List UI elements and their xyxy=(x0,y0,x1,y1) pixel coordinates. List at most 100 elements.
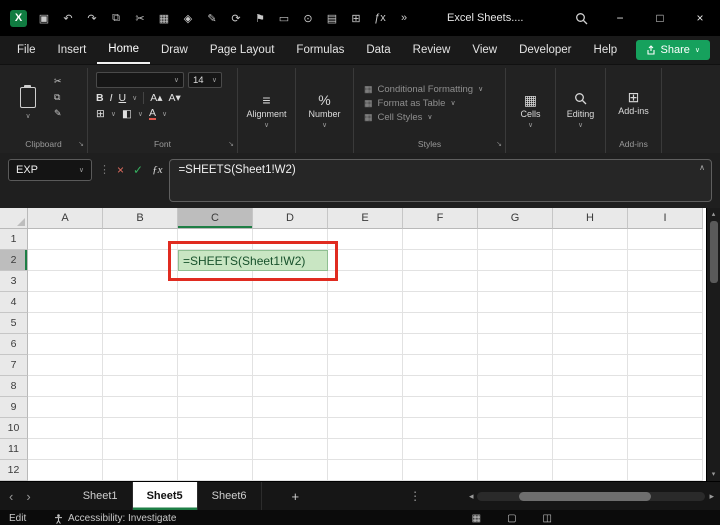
row-header-10[interactable]: 10 xyxy=(0,418,28,439)
cell-D11[interactable] xyxy=(253,439,328,460)
row-header-2[interactable]: 2 xyxy=(0,250,28,271)
save-icon[interactable]: ▣ xyxy=(37,12,51,25)
excel-logo-icon[interactable]: X xyxy=(10,9,27,27)
cell-F10[interactable] xyxy=(403,418,478,439)
cell-G10[interactable] xyxy=(478,418,553,439)
new-sheet-button[interactable]: + xyxy=(292,489,300,504)
next-sheet-icon[interactable]: › xyxy=(26,489,30,504)
function-icon[interactable]: ƒx xyxy=(373,12,387,24)
number-button[interactable]: % Number ∨ xyxy=(296,68,353,153)
cell-G3[interactable] xyxy=(478,271,553,292)
cell-F3[interactable] xyxy=(403,271,478,292)
borders-icon[interactable]: ⊞ xyxy=(96,108,105,120)
cell-I7[interactable] xyxy=(628,355,703,376)
alignment-button[interactable]: ≡ Alignment ∨ xyxy=(238,68,295,153)
cell-F7[interactable] xyxy=(403,355,478,376)
cell-I1[interactable] xyxy=(628,229,703,250)
cell-G2[interactable] xyxy=(478,250,553,271)
cell-G12[interactable] xyxy=(478,460,553,481)
page-break-view-icon[interactable]: ◫ xyxy=(543,513,552,524)
font-color-icon[interactable]: A xyxy=(148,108,156,120)
cell-G5[interactable] xyxy=(478,313,553,334)
refresh-icon[interactable]: ⟳ xyxy=(229,12,243,25)
scroll-up-icon[interactable]: ▴ xyxy=(712,208,716,221)
accessibility-status[interactable]: Accessibility: Investigate xyxy=(54,513,176,524)
cell-A1[interactable] xyxy=(28,229,103,250)
cell-H12[interactable] xyxy=(553,460,628,481)
cell-B1[interactable] xyxy=(103,229,178,250)
cell-F8[interactable] xyxy=(403,376,478,397)
horizontal-scrollbar[interactable]: ◂ ▸ xyxy=(469,491,720,502)
cell-I4[interactable] xyxy=(628,292,703,313)
cell-G8[interactable] xyxy=(478,376,553,397)
menu-tab-page-layout[interactable]: Page Layout xyxy=(199,36,286,64)
column-header-A[interactable]: A xyxy=(28,208,103,229)
formula-input[interactable]: =SHEETS(Sheet1!W2) ∧ xyxy=(169,159,712,202)
column-header-F[interactable]: F xyxy=(403,208,478,229)
cell-G7[interactable] xyxy=(478,355,553,376)
cell-B7[interactable] xyxy=(103,355,178,376)
cell-H8[interactable] xyxy=(553,376,628,397)
chevron-down-icon[interactable]: ∨ xyxy=(132,94,137,102)
cell-A12[interactable] xyxy=(28,460,103,481)
name-box[interactable]: EXP ∨ xyxy=(8,159,92,181)
cell-H2[interactable] xyxy=(553,250,628,271)
cell-E3[interactable] xyxy=(328,271,403,292)
cell-A8[interactable] xyxy=(28,376,103,397)
italic-button[interactable]: I xyxy=(110,92,113,104)
cell-G9[interactable] xyxy=(478,397,553,418)
row-header-4[interactable]: 4 xyxy=(0,292,28,313)
column-header-H[interactable]: H xyxy=(553,208,628,229)
chevron-down-icon[interactable]: ∨ xyxy=(111,110,116,118)
addins-button[interactable]: ⊞ Add-ins xyxy=(606,68,661,138)
cell-G4[interactable] xyxy=(478,292,553,313)
cell-F2[interactable] xyxy=(403,250,478,271)
prev-sheet-icon[interactable]: ‹ xyxy=(9,489,13,504)
cell-I10[interactable] xyxy=(628,418,703,439)
column-header-G[interactable]: G xyxy=(478,208,553,229)
cell-I2[interactable] xyxy=(628,250,703,271)
cell-I5[interactable] xyxy=(628,313,703,334)
increase-font-size-icon[interactable]: A▴ xyxy=(150,92,162,104)
cell-A9[interactable] xyxy=(28,397,103,418)
cut-icon[interactable]: ✂ xyxy=(54,76,62,87)
cell-E8[interactable] xyxy=(328,376,403,397)
styles-item-conditional-formatting[interactable]: ▦ Conditional Formatting ∨ xyxy=(364,84,505,95)
cell-E1[interactable] xyxy=(328,229,403,250)
scroll-down-icon[interactable]: ▾ xyxy=(712,468,716,481)
decrease-font-size-icon[interactable]: A▾ xyxy=(169,92,181,104)
cell-C12[interactable] xyxy=(178,460,253,481)
cell-D12[interactable] xyxy=(253,460,328,481)
cell-I11[interactable] xyxy=(628,439,703,460)
cell-H5[interactable] xyxy=(553,313,628,334)
copy-icon[interactable]: ⧉ xyxy=(54,92,62,103)
workbook-icon[interactable]: ▤ xyxy=(325,12,339,25)
cell-E5[interactable] xyxy=(328,313,403,334)
cell-A2[interactable] xyxy=(28,250,103,271)
row-header-12[interactable]: 12 xyxy=(0,460,28,481)
cell-G6[interactable] xyxy=(478,334,553,355)
column-header-E[interactable]: E xyxy=(328,208,403,229)
vertical-scroll-thumb[interactable] xyxy=(709,221,718,283)
horizontal-scroll-thumb[interactable] xyxy=(519,491,652,501)
cell-F11[interactable] xyxy=(403,439,478,460)
cell-A4[interactable] xyxy=(28,292,103,313)
cell-I8[interactable] xyxy=(628,376,703,397)
editing-button[interactable]: Editing ∨ xyxy=(556,68,605,153)
cell-I6[interactable] xyxy=(628,334,703,355)
bold-button[interactable]: B xyxy=(96,92,104,104)
cell-F1[interactable] xyxy=(403,229,478,250)
cell-D10[interactable] xyxy=(253,418,328,439)
confirm-entry-icon[interactable]: ✓ xyxy=(133,163,143,177)
menu-tab-insert[interactable]: Insert xyxy=(47,36,98,64)
cell-H10[interactable] xyxy=(553,418,628,439)
menu-tab-draw[interactable]: Draw xyxy=(150,36,199,64)
cell-A10[interactable] xyxy=(28,418,103,439)
styles-item-cell-styles[interactable]: ▦ Cell Styles ∨ xyxy=(364,112,505,123)
cell-F6[interactable] xyxy=(403,334,478,355)
cell-C11[interactable] xyxy=(178,439,253,460)
cell-D8[interactable] xyxy=(253,376,328,397)
font-dialog-launcher-icon[interactable]: ↘ xyxy=(228,138,234,151)
cell-C10[interactable] xyxy=(178,418,253,439)
fill-color-icon[interactable]: ◧ xyxy=(122,108,132,120)
